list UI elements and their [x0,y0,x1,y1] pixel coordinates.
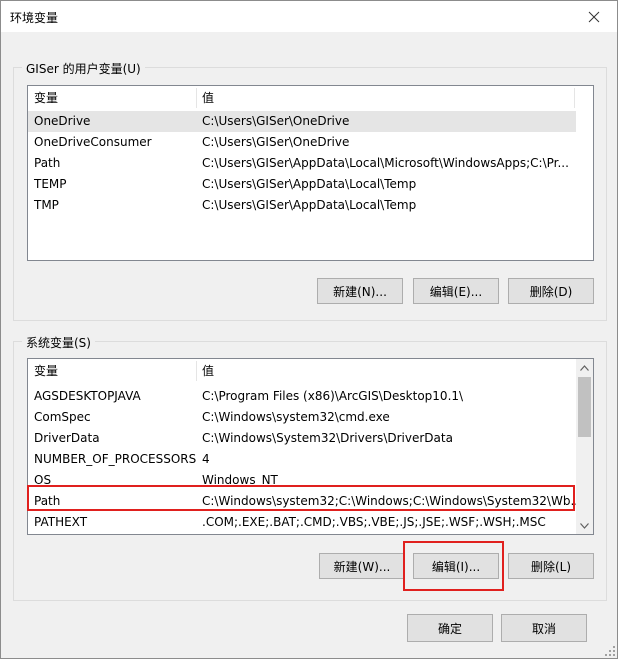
user-delete-button[interactable]: 删除(D) [508,278,594,304]
table-row[interactable]: PATHEXT .COM;.EXE;.BAT;.CMD;.VBS;.VBE;.J… [28,512,576,533]
variable-value: C:\Users\GISer\AppData\Local\Temp [202,198,417,212]
ok-button[interactable]: 确定 [407,614,493,642]
variable-name: NUMBER_OF_PROCESSORS [34,452,197,466]
system-new-button[interactable]: 新建(W)... [319,553,405,579]
column-header-name[interactable]: 变量 [28,86,196,110]
table-row[interactable]: DriverData C:\Windows\System32\Drivers\D… [28,428,576,449]
user-new-button[interactable]: 新建(N)... [317,278,403,304]
system-variables-label: 系统变量(S) [22,334,95,351]
system-delete-button[interactable]: 删除(L) [508,553,594,579]
user-variables-group: GISer 的用户变量(U) 变量 值 OneDrive C:\Users\GI… [13,60,607,321]
window-title: 环境变量 [10,11,59,25]
variable-value: C:\Windows\system32;C:\Windows;C:\Window… [202,494,582,508]
table-row[interactable]: OneDrive C:\Users\GISer\OneDrive [28,111,576,132]
variable-value: C:\Program Files (x86)\ArcGIS\Desktop10.… [202,389,464,403]
cancel-button[interactable]: 取消 [501,614,587,642]
table-row[interactable]: OneDriveConsumer C:\Users\GISer\OneDrive [28,132,576,153]
title-bar[interactable]: 环境变量 [1,1,617,32]
variable-value: C:\Windows\system32\cmd.exe [202,410,390,424]
user-variables-label: GISer 的用户变量(U) [22,60,145,77]
close-button[interactable] [571,1,617,32]
variable-name: TMP [34,198,59,212]
environment-variables-dialog: 环境变量 GISer 的用户变量(U) 变量 值 OneDrive C:\Use… [0,0,618,659]
table-row[interactable]: TEMP C:\Users\GISer\AppData\Local\Temp [28,174,576,195]
variable-value: C:\Users\GISer\AppData\Local\Microsoft\W… [202,156,569,170]
table-row[interactable]: TMP C:\Users\GISer\AppData\Local\Temp [28,195,576,216]
user-list-header: 变量 值 [28,86,593,110]
variable-name: OneDriveConsumer [34,135,152,149]
column-header-value[interactable]: 值 [196,86,574,110]
variable-value: C:\Users\GISer\AppData\Local\Temp [202,177,417,191]
table-row[interactable]: NUMBER_OF_PROCESSORS 4 [28,449,576,470]
table-row[interactable]: Path C:\Windows\system32;C:\Windows;C:\W… [28,491,582,512]
variable-value: 4 [202,452,210,466]
scroll-down-arrow[interactable] [576,517,593,534]
table-row[interactable]: AGSDESKTOPJAVA C:\Program Files (x86)\Ar… [28,386,576,407]
variable-name: ComSpec [34,410,91,424]
column-header-value[interactable]: 值 [196,359,574,383]
variable-name: DriverData [34,431,100,445]
table-row[interactable]: Path C:\Users\GISer\AppData\Local\Micros… [28,153,576,174]
variable-name: Path [34,156,61,170]
user-edit-button[interactable]: 编辑(E)... [413,278,499,304]
close-icon [588,11,600,22]
scroll-up-arrow[interactable] [576,359,593,376]
variable-name: TEMP [34,177,67,191]
chevron-down-icon [580,522,589,529]
variable-value: Windows_NT [202,473,278,487]
variable-value: C:\Users\GISer\OneDrive [202,135,350,149]
variable-name: OS [34,473,52,487]
system-list-scrollbar[interactable] [576,359,593,534]
system-edit-button[interactable]: 编辑(I)... [413,553,499,579]
resize-grip-icon[interactable] [604,645,616,657]
user-variables-list[interactable]: 变量 值 OneDrive C:\Users\GISer\OneDrive On… [27,85,594,261]
table-row[interactable]: ComSpec C:\Windows\system32\cmd.exe [28,407,576,428]
variable-value: C:\Windows\System32\Drivers\DriverData [202,431,453,445]
table-row[interactable]: OS Windows_NT [28,470,576,491]
system-variables-group: 系统变量(S) 变量 值 AGSDESKTOPJAVA C:\Program F… [13,334,607,601]
variable-name: AGSDESKTOPJAVA [34,389,141,403]
column-header-name[interactable]: 变量 [28,359,196,383]
chevron-up-icon [580,364,589,371]
variable-value: .COM;.EXE;.BAT;.CMD;.VBS;.VBE;.JS;.JSE;.… [202,515,546,529]
scroll-thumb[interactable] [578,377,591,437]
system-list-header: 变量 值 [28,359,576,383]
variable-name: PATHEXT [34,515,88,529]
variable-value: C:\Users\GISer\OneDrive [202,114,350,128]
variable-name: OneDrive [34,114,91,128]
variable-name: Path [34,494,61,508]
system-variables-list[interactable]: 变量 值 AGSDESKTOPJAVA C:\Program Files (x8… [27,358,594,535]
